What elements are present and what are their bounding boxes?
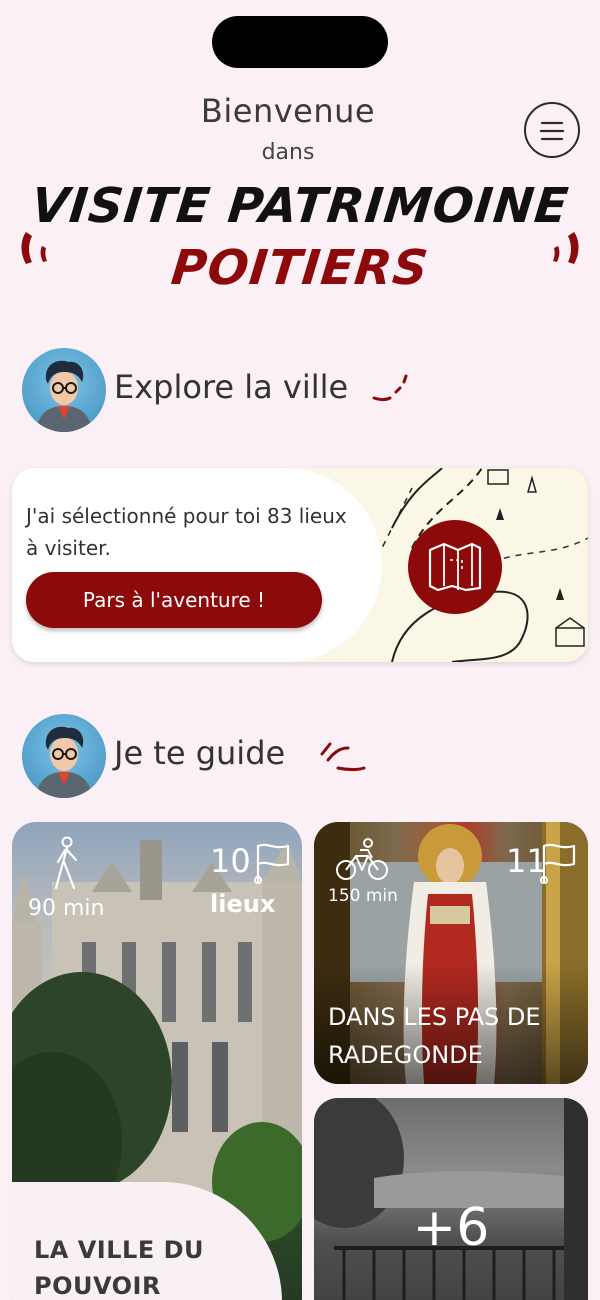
guide-avatar	[22, 348, 106, 432]
tour-stop-count: 10	[210, 842, 251, 880]
brand-title-line2: POITIERS	[168, 240, 432, 296]
tour-stop-unit: lieux	[210, 890, 276, 918]
tour-card-la-ville-du-pouvoir[interactable]: 90 min 10 lieux LA VILLE DU POUVOIR	[12, 822, 302, 1300]
tour-name: LA VILLE DU POUVOIR	[34, 1236, 204, 1300]
explore-description: J'ai sélectionné pour toi 83 lieux à vis…	[26, 504, 347, 560]
map-icon	[428, 542, 482, 592]
welcome-title: Bienvenue	[200, 92, 376, 130]
tour-name: DANS LES PAS DE RADEGONDE	[328, 1003, 541, 1069]
flag-icon	[540, 843, 576, 884]
adventure-button[interactable]: Pars à l'aventure !	[26, 572, 322, 628]
more-tours-count: +6	[412, 1198, 490, 1258]
explore-text-panel	[12, 468, 382, 662]
tour-duration: 150 min	[328, 886, 398, 906]
tour-card-dans-les-pas-de-radegonde[interactable]: 150 min 11 DANS LES PAS DE RADEGONDE	[314, 822, 588, 1084]
menu-button[interactable]	[524, 102, 580, 158]
brand-title-line1: VISITE PATRIMOINE	[28, 178, 572, 234]
more-tours-card[interactable]: +6	[314, 1098, 588, 1300]
tour-duration: 90 min	[28, 896, 105, 921]
bike-icon	[336, 838, 388, 880]
section-title-guide: Je te guide	[114, 734, 286, 772]
map-button[interactable]	[408, 520, 502, 614]
guide-avatar-2	[22, 714, 106, 798]
device-notch	[212, 16, 388, 68]
character-icon	[36, 726, 92, 798]
character-icon	[36, 360, 92, 432]
menu-icon	[540, 121, 564, 141]
section-title-explore: Explore la ville	[114, 368, 349, 406]
explore-card[interactable]: J'ai sélectionné pour toi 83 lieux à vis…	[12, 468, 588, 662]
flag-icon	[254, 843, 290, 884]
decoration-swoosh-icon	[320, 742, 366, 771]
decoration-swoosh-icon	[372, 374, 408, 401]
welcome-subtitle: dans	[261, 140, 315, 165]
walk-icon	[54, 836, 78, 890]
